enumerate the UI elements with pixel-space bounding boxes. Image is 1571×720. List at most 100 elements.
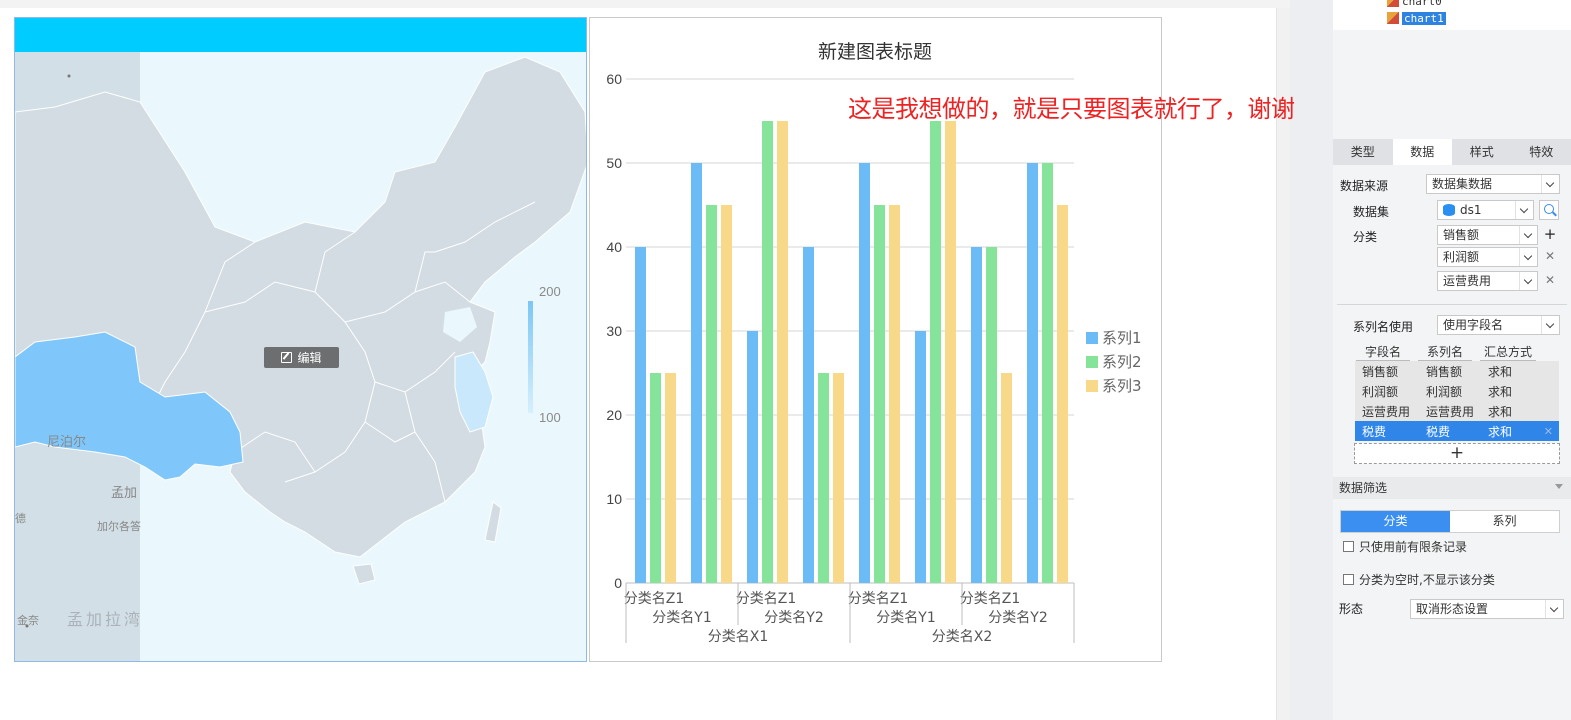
bar xyxy=(1057,205,1068,583)
map-label-nepal: 尼泊尔 xyxy=(47,434,87,449)
table-row-selected[interactable]: 税费 税费 求和 ✕ xyxy=(1355,421,1559,441)
category-field-select-3[interactable]: 运营费用 xyxy=(1437,271,1538,291)
map-label-meng: 孟加 xyxy=(111,485,138,500)
search-icon[interactable] xyxy=(1539,200,1559,220)
filter-tab-category[interactable]: 分类 xyxy=(1341,511,1450,532)
tree-item-chart0[interactable]: chart0 xyxy=(1387,0,1442,8)
map-label-chennai: 金奈 xyxy=(17,615,39,627)
chevron-down-icon xyxy=(1545,600,1563,618)
category-field-select-1[interactable]: 销售额 xyxy=(1437,225,1538,245)
bar xyxy=(986,247,997,583)
x-tick-label-level2: 分类名Y1 xyxy=(876,610,935,626)
bar xyxy=(1042,163,1053,583)
y-tick-label: 10 xyxy=(606,491,622,507)
table-row[interactable]: 销售额 销售额 求和 xyxy=(1355,361,1559,381)
y-tick-label: 40 xyxy=(606,239,622,255)
bar xyxy=(665,373,676,583)
panel-gutter xyxy=(1290,0,1333,720)
filter-section-header[interactable]: 数据筛选 xyxy=(1333,477,1571,499)
x-tick-label-level2: 分类名Y2 xyxy=(988,610,1047,626)
tab-type[interactable]: 类型 xyxy=(1333,139,1393,165)
remove-category-button[interactable]: ✕ xyxy=(1541,271,1559,291)
y-tick-label: 30 xyxy=(606,323,622,339)
bar xyxy=(777,121,788,583)
add-series-row-button[interactable]: + xyxy=(1354,443,1560,464)
add-category-button[interactable]: + xyxy=(1541,225,1559,245)
checkbox[interactable] xyxy=(1343,541,1354,552)
divider xyxy=(1337,304,1567,305)
database-icon xyxy=(1443,204,1455,216)
y-tick-label: 60 xyxy=(606,71,622,87)
bar xyxy=(971,247,982,583)
form-select[interactable]: 取消形态设置 xyxy=(1410,599,1564,619)
x-tick-label-level1: 分类名Z1 xyxy=(848,591,909,607)
legend-swatch xyxy=(1086,356,1098,368)
series-name-select[interactable]: 使用字段名 xyxy=(1437,315,1560,335)
chevron-down-icon xyxy=(1519,248,1537,266)
chart-icon xyxy=(1387,0,1399,7)
tree-item-chart1[interactable]: chart1 xyxy=(1387,11,1446,25)
series-grid-header: 字段名 系列名 汇总方式 xyxy=(1356,343,1560,361)
bar xyxy=(818,373,829,583)
tab-effects[interactable]: 特效 xyxy=(1512,139,1571,165)
data-source-select[interactable]: 数据集数据 xyxy=(1426,174,1560,194)
y-tick-label: 50 xyxy=(606,155,622,171)
map-widget[interactable]: 编辑 200 100 尼泊尔 孟加 加尔各答 德 孟加拉湾 金奈 xyxy=(14,17,587,662)
data-source-label: 数据来源 xyxy=(1340,179,1389,193)
x-tick-label-level2: 分类名Y2 xyxy=(764,610,823,626)
remove-category-button[interactable]: ✕ xyxy=(1541,247,1559,267)
filter-toggle: 分类 系列 xyxy=(1340,510,1560,533)
bar xyxy=(945,121,956,583)
x-tick-label-level2: 分类名Y1 xyxy=(652,610,711,626)
x-tick-label-level1: 分类名Z1 xyxy=(960,591,1021,607)
x-tick-label-level3: 分类名X2 xyxy=(932,629,993,645)
edit-icon xyxy=(281,352,293,363)
component-tree: chart0 chart1 xyxy=(1333,0,1571,30)
chart-icon xyxy=(1387,12,1399,24)
map-title-bar xyxy=(15,18,586,52)
annotation-text: 这是我想做的，就是只要图表就行了，谢谢 xyxy=(848,95,1295,123)
chevron-down-icon xyxy=(1541,316,1559,334)
chart-title: 新建图表标题 xyxy=(818,41,932,63)
dataset-label: 数据集 xyxy=(1353,205,1390,219)
legend-swatch xyxy=(1086,332,1098,344)
dataset-select[interactable]: ds1 xyxy=(1437,200,1534,220)
legend-label: 系列3 xyxy=(1102,377,1142,395)
table-row[interactable]: 利润额 利润额 求和 xyxy=(1355,381,1559,401)
map-label-kolkata: 加尔各答 xyxy=(97,521,141,533)
chevron-down-icon xyxy=(1519,226,1537,244)
top-n-checkbox[interactable]: 只使用前有限条记录 xyxy=(1343,538,1467,555)
bar xyxy=(833,373,844,583)
y-tick-label: 0 xyxy=(614,575,622,591)
edit-button[interactable]: 编辑 xyxy=(264,347,339,368)
top-toolbar-strip xyxy=(0,0,1290,8)
legend-label: 系列1 xyxy=(1102,329,1142,347)
bar xyxy=(706,205,717,583)
checkbox[interactable] xyxy=(1343,574,1354,585)
bar xyxy=(1027,163,1038,583)
panel-tabs: 类型 数据 样式 特效 xyxy=(1333,139,1571,165)
table-row[interactable]: 运营费用 运营费用 求和 xyxy=(1355,401,1559,421)
chevron-down-icon xyxy=(1519,272,1537,290)
form-label: 形态 xyxy=(1339,602,1364,616)
map-legend-max: 200 xyxy=(539,284,561,299)
hide-empty-checkbox[interactable]: 分类为空时,不显示该分类 xyxy=(1343,571,1495,588)
tab-data[interactable]: 数据 xyxy=(1392,139,1452,165)
bar xyxy=(915,331,926,583)
y-tick-label: 20 xyxy=(606,407,622,423)
bar xyxy=(635,247,646,583)
bar xyxy=(721,205,732,583)
x-tick-label-level3: 分类名X1 xyxy=(708,629,769,645)
delete-row-icon[interactable]: ✕ xyxy=(1544,425,1553,438)
series-name-label: 系列名使用 xyxy=(1353,320,1414,334)
filter-tab-series[interactable]: 系列 xyxy=(1450,511,1559,532)
chevron-down-icon xyxy=(1541,175,1559,193)
tab-style[interactable]: 样式 xyxy=(1452,139,1512,165)
bar xyxy=(650,373,661,583)
bar xyxy=(691,163,702,583)
bar xyxy=(930,121,941,583)
category-field-select-2[interactable]: 利润额 xyxy=(1437,247,1538,267)
series-grid: 销售额 销售额 求和 利润额 利润额 求和 运营费用 运营费用 求和 税费 税费… xyxy=(1355,361,1559,441)
bar xyxy=(1001,373,1012,583)
legend-label: 系列2 xyxy=(1102,353,1142,371)
